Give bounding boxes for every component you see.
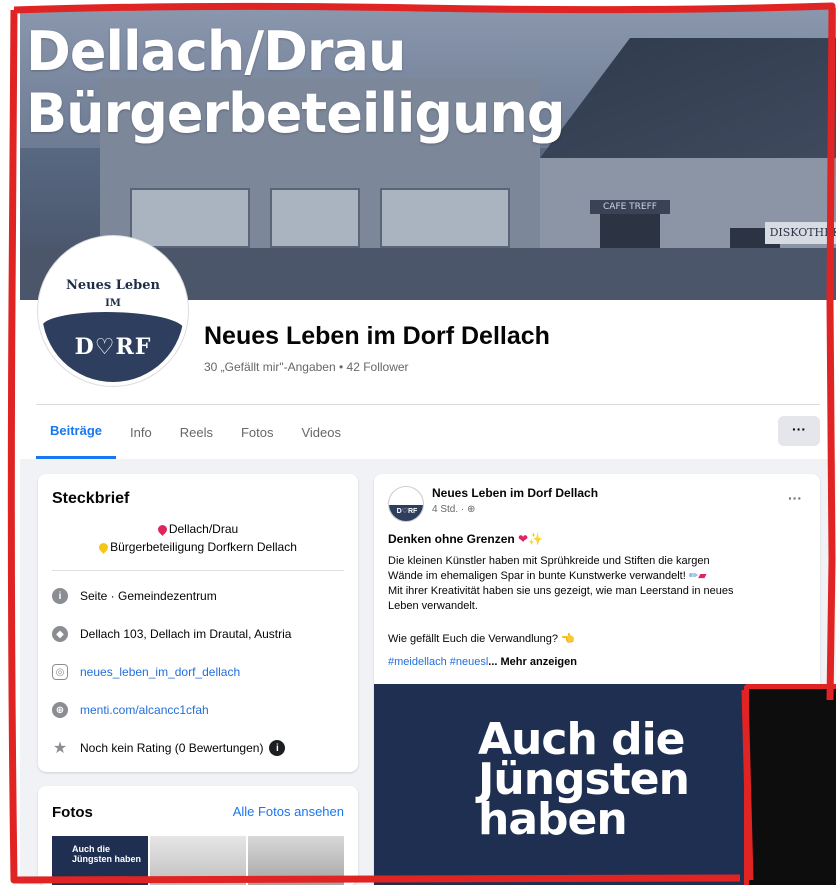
photo-thumbnail[interactable] [150,836,246,885]
globe-icon: ⊕ [52,702,68,718]
post-menu-button[interactable]: ··· [788,490,802,506]
globe-icon: ⊕ [467,504,476,515]
intro-bio-line2: Bürgerbeteiligung Dorfkern Dellach [38,540,358,554]
page-tabs: Beiträge Info Reels Fotos Videos [36,405,355,459]
intro-row-address[interactable]: ◆ Dellach 103, Dellach im Drautal, Austr… [52,626,291,642]
intro-card: Steckbrief Dellach/Drau Bürgerbeteiligun… [38,474,358,772]
rainbow-emoji-icon: ▰ [698,570,707,582]
pin-icon [155,523,169,536]
info-icon: i [52,588,68,604]
intro-row-instagram[interactable]: ◎ neues_leben_im_dorf_dellach [52,664,240,680]
photo-thumbnail[interactable] [248,836,344,885]
intro-divider [52,570,344,571]
info-icon[interactable]: i [269,740,286,756]
intro-row-category: i Seite · Gemeindezentrum [52,588,217,604]
intro-title: Steckbrief [52,490,130,507]
page-title: Neues Leben im Dorf Dellach [204,322,550,350]
more-options-button[interactable]: ··· [778,416,820,446]
instagram-icon: ◎ [52,664,68,680]
post-hashtags: #meidellach #neuesl... Mehr anzeigen [388,656,577,668]
photo-thumbnail[interactable]: Auch die Jüngsten haben [52,836,148,885]
facebook-page-screenshot: CAFE TREFF DISKOTHEK Dellach/Drau Bürger… [0,0,836,885]
see-more-link[interactable]: ... Mehr anzeigen [488,656,577,668]
cover-title-line1: Dellach/Drau [26,20,406,83]
post-question: Wie gefällt Euch die Verwandlung? 👈 [388,633,575,645]
tab-info[interactable]: Info [116,405,166,459]
crayon-emoji-icon: ✏ [688,570,699,582]
post-author-avatar[interactable]: D♡RF [388,486,424,522]
page-stats[interactable]: 30 „Gefällt mir"-Angaben • 42 Follower [204,360,409,374]
intro-row-website[interactable]: ⊕ menti.com/alcancc1cfah [52,702,209,718]
cover-title-line2: Bürgerbeteiligung [26,82,566,145]
location-icon: ◆ [52,626,68,642]
overlay-black-panel [744,684,836,885]
post-author-name[interactable]: Neues Leben im Dorf Dellach [432,486,598,500]
tab-fotos[interactable]: Fotos [227,405,288,459]
avatar-text-line2: IM [105,298,121,309]
post-image-text: Auch die Jüngsten haben [478,714,690,845]
heart-emoji-icon: ❤ [518,532,529,546]
hand-emoji-icon: 👈 [561,633,575,645]
avatar-text-line3: D♡RF [74,334,152,360]
photos-title: Fotos [52,804,93,821]
tab-beitraege[interactable]: Beiträge [36,405,117,459]
intro-row-rating: ★ Noch kein Rating (0 Bewertungen) i [52,740,286,757]
avatar-text-line1: Neues Leben [66,278,160,293]
post-headline: Denken ohne Grenzen ❤✨ [388,532,544,546]
intro-bio-line1: Dellach/Drau [38,522,358,536]
cover-sign-disco: DISKOTHEK [765,222,836,244]
star-icon: ★ [52,740,68,757]
profile-picture[interactable]: Neues Leben IM D♡RF [38,236,188,386]
see-all-photos-link[interactable]: Alle Fotos ansehen [233,804,344,819]
tab-reels[interactable]: Reels [166,405,227,459]
post-timestamp[interactable]: 4 Std. · ⊕ [432,504,475,515]
post-body: Die kleinen Künstler haben mit Sprühkrei… [388,555,734,612]
sparkles-icon: ✨ [528,532,544,546]
tab-videos[interactable]: Videos [287,405,355,459]
cover-sign-cafe: CAFE TREFF [590,200,670,214]
photos-card: Fotos Alle Fotos ansehen Auch die Jüngst… [38,786,358,885]
bulb-icon [97,541,110,554]
